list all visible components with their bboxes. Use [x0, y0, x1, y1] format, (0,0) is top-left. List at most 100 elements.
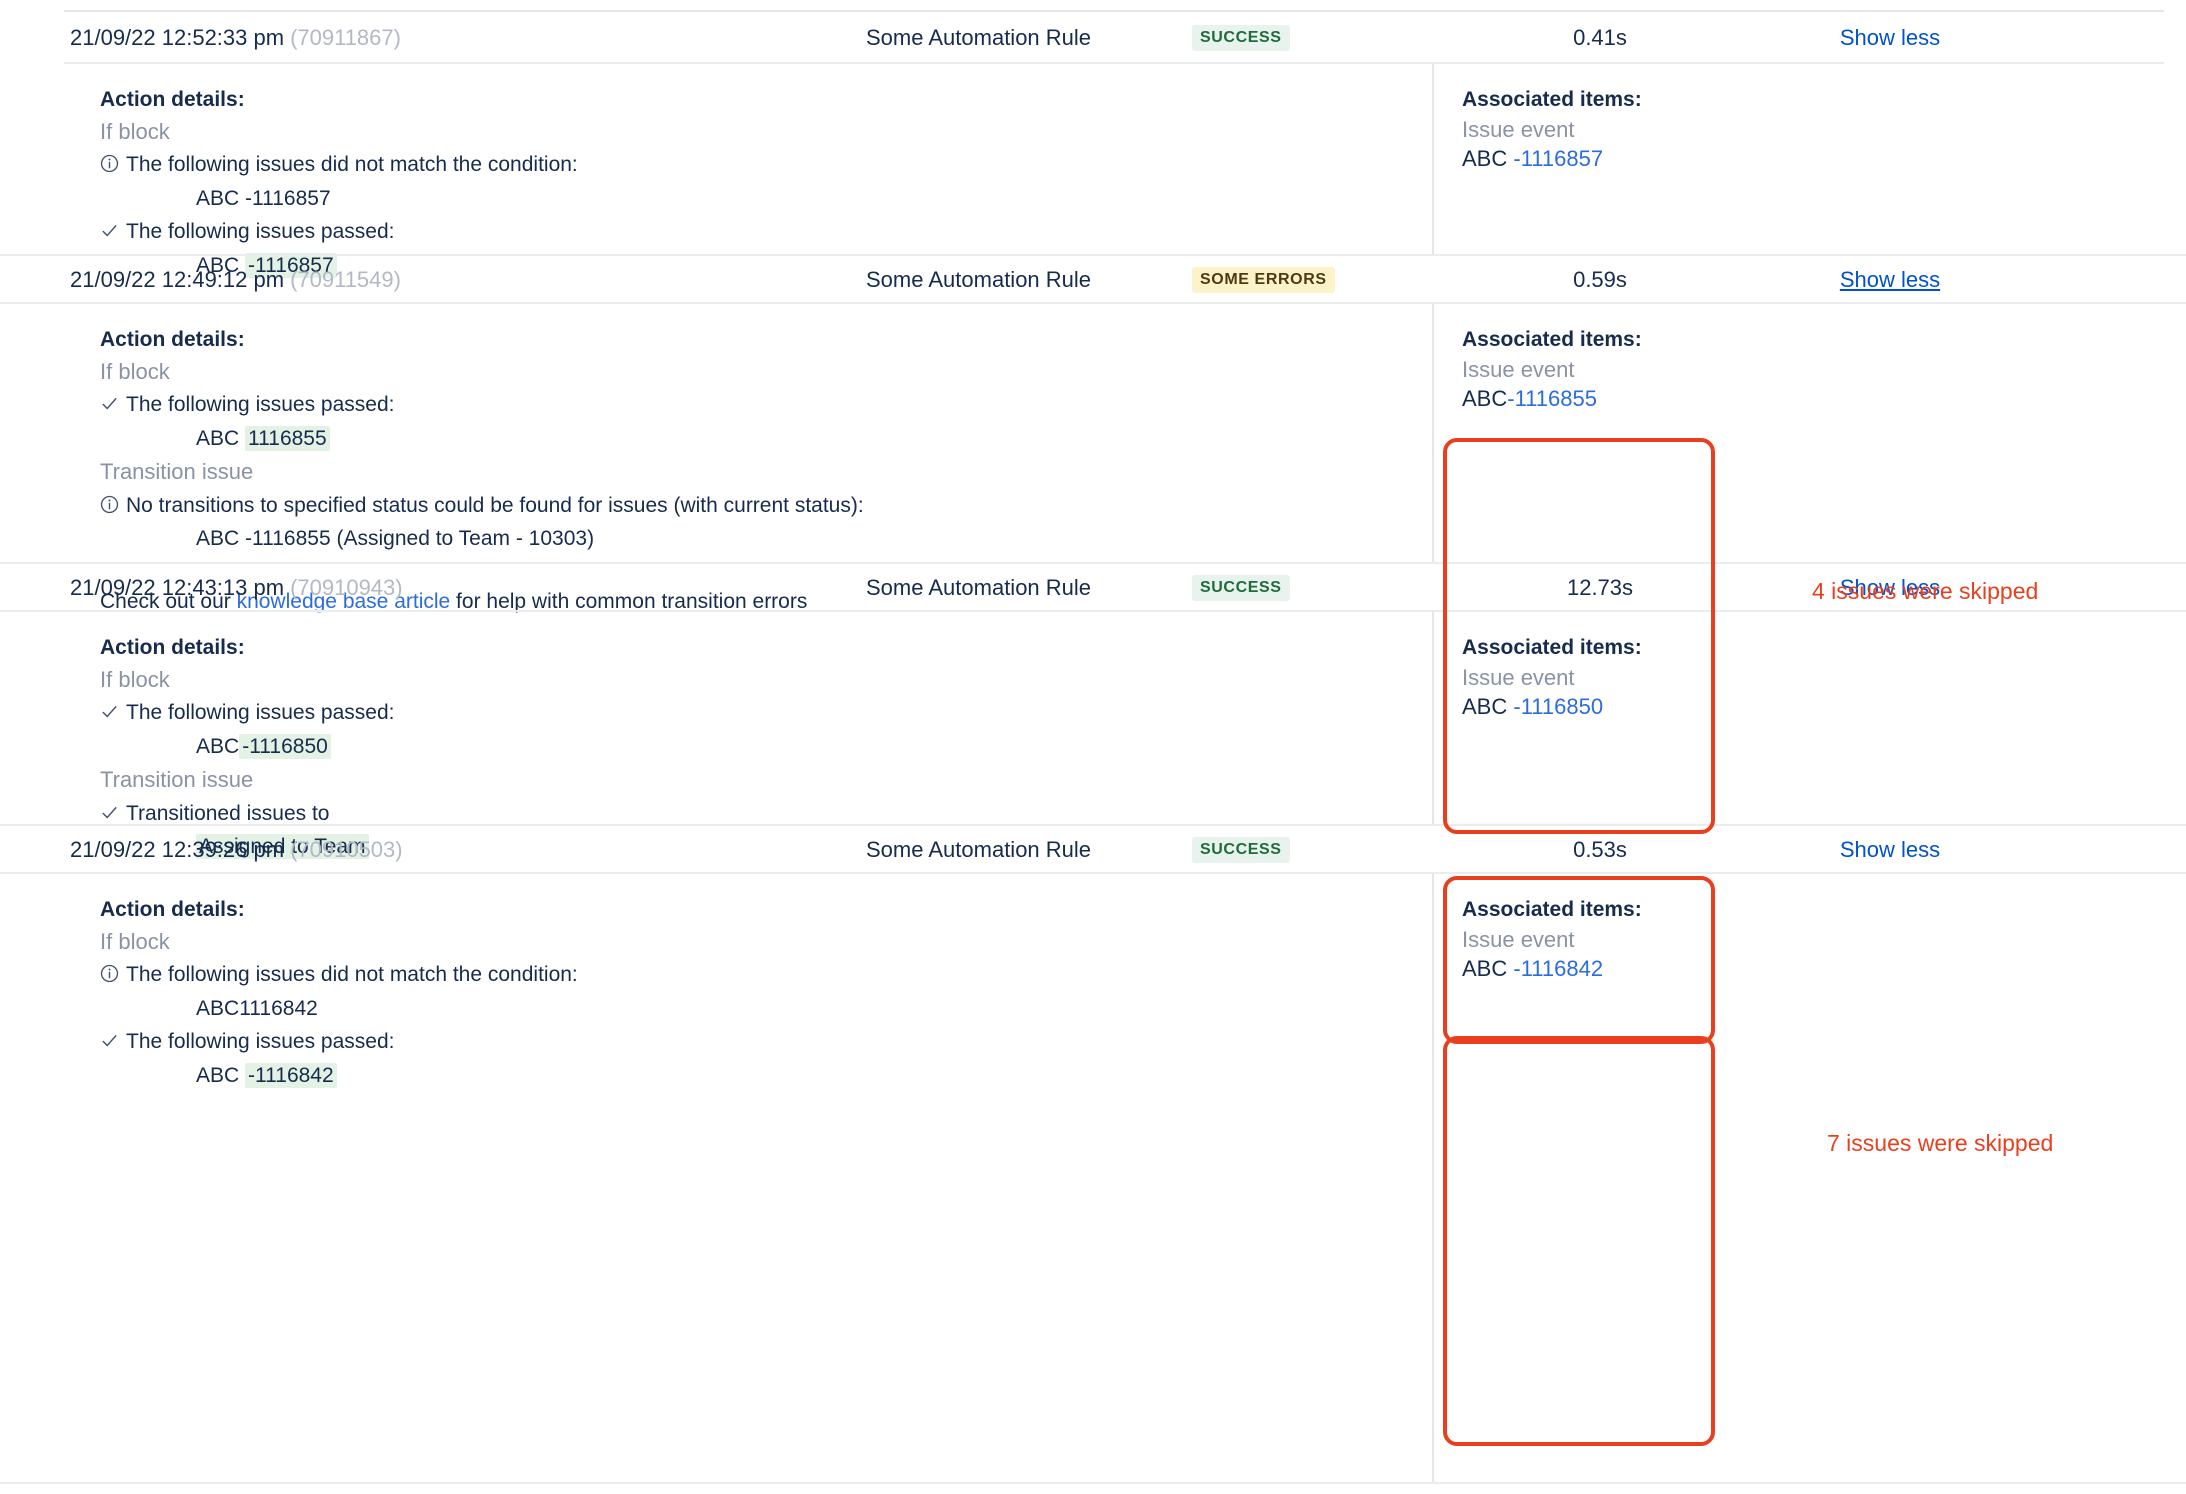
result-text: The following issues did not match the c…: [126, 153, 578, 177]
rule-name: Some Automation Rule: [866, 25, 1092, 50]
timestamp-text: 21/09/22 12:39:26 pm: [70, 837, 285, 862]
issue-link[interactable]: -1116855: [1507, 386, 1597, 411]
issue-number-highlighted: -1116850: [239, 733, 331, 759]
show-less-button[interactable]: Show less: [1770, 267, 2010, 293]
associated-item-type: Issue event: [1462, 357, 1575, 382]
automation-audit-log: 21/09/22 12:52:33 pm (70911867) Some Auto…: [0, 0, 2186, 1494]
action-block-label: If block: [100, 119, 170, 144]
audit-row[interactable]: 21/09/22 12:49:12 pm (70911549) Some Auto…: [0, 252, 2186, 308]
action-result-line: The following issues passed:: [100, 390, 1400, 419]
result-text: The following issues passed:: [126, 393, 395, 417]
issue-number-highlighted: 1116855: [245, 425, 330, 451]
issue-project-key: ABC: [196, 996, 240, 1020]
status-cell: SUCCESS: [1192, 575, 1290, 601]
associated-items-title: Associated items:: [1462, 898, 1642, 921]
associated-item-type: Issue event: [1462, 665, 1575, 690]
info-icon: [100, 960, 126, 989]
issue-number: 1116855 (Assigned to Team - 10303): [252, 526, 595, 550]
show-less-button[interactable]: Show less: [1770, 25, 2010, 51]
action-result-line: The following issues did not match the c…: [100, 150, 1400, 179]
associated-items-section: Associated items: Issue event ABC -11168…: [1462, 898, 2022, 982]
action-details-section: Action details: If block The following i…: [100, 898, 1400, 1094]
rule-id-text: (70911867): [290, 25, 401, 50]
panel-vertical-divider: [1432, 64, 1434, 254]
issue-reference: ABC -1116842: [100, 1061, 1400, 1090]
audit-detail-panel: Action details: If block The following i…: [0, 874, 2186, 1482]
issue-project-key: ABC: [196, 1063, 240, 1087]
associated-item-type: Issue event: [1462, 927, 1575, 952]
audit-timestamp: 21/09/22 12:43:13 pm (70910943): [70, 575, 403, 601]
audit-row[interactable]: 21/09/22 12:52:33 pm (70911867) Some Auto…: [0, 10, 2186, 66]
issue-project-key: ABC: [196, 186, 240, 210]
issue-separator: -: [239, 186, 253, 210]
info-icon: [100, 150, 126, 179]
audit-row[interactable]: 21/09/22 12:39:26 pm (70910503) Some Auto…: [0, 822, 2186, 878]
duration-text: 12.73s: [1566, 575, 1634, 600]
issue-link[interactable]: -1116850: [1513, 694, 1603, 719]
result-text: The following issues passed:: [126, 1030, 395, 1054]
timestamp-text: 21/09/22 12:43:13 pm: [70, 575, 285, 600]
issue-project-key: ABC: [196, 526, 240, 550]
status-cell: SUCCESS: [1192, 837, 1290, 863]
duration-text: 0.41s: [1573, 25, 1627, 50]
associated-items-title: Associated items:: [1462, 636, 1642, 659]
issue-project-key: ABC: [1462, 956, 1508, 981]
result-text: No transitions to specified status could…: [126, 493, 864, 517]
result-text: The following issues passed:: [126, 701, 395, 725]
action-block-label: If block: [100, 929, 170, 954]
audit-detail-panel: Action details: If block The following i…: [0, 304, 2186, 613]
info-icon: [100, 491, 126, 520]
check-icon: [100, 698, 126, 727]
result-text: The following issues passed:: [126, 220, 395, 244]
check-icon: [100, 1027, 126, 1056]
issue-number: 1116842: [239, 996, 318, 1020]
issue-project-key: ABC: [1462, 694, 1508, 719]
rule-id-text: (70911549): [290, 267, 401, 292]
annotation-skipped-7: 7 issues were skipped: [1827, 1130, 2054, 1156]
action-result-line: The following issues passed:: [100, 698, 1400, 727]
check-icon: [100, 390, 126, 419]
issue-project-key: ABC: [196, 734, 240, 758]
action-block-label: Transition issue: [100, 459, 254, 485]
audit-detail-panel: Action details: If block The following i…: [0, 612, 2186, 859]
issue-link[interactable]: -1116842: [1513, 956, 1603, 981]
panel-vertical-divider: [1432, 874, 1434, 1482]
action-details-title: Action details:: [100, 898, 245, 921]
status-badge: SUCCESS: [1192, 575, 1290, 601]
issue-number: 1116857: [252, 186, 331, 210]
timestamp-text: 21/09/22 12:52:33 pm: [70, 25, 285, 50]
rule-id-text: (70910503): [290, 837, 403, 862]
issue-reference: ABC 1116855: [100, 424, 1400, 453]
associated-items-section: Associated items: Issue event ABC-111685…: [1462, 328, 2022, 412]
associated-items-title: Associated items:: [1462, 88, 1642, 111]
associated-item-row: ABC -1116842: [1462, 956, 2022, 982]
status-cell: SOME ERRORS: [1192, 267, 1335, 293]
panel-vertical-divider: [1432, 612, 1434, 824]
audit-detail-panel: Action details: If block The following i…: [0, 64, 2186, 278]
issue-reference: ABC -1116857: [100, 184, 1400, 213]
show-less-button[interactable]: Show less: [1770, 837, 2010, 863]
action-result-line: The following issues passed:: [100, 217, 1400, 246]
associated-items-section: Associated items: Issue event ABC -11168…: [1462, 88, 2022, 172]
status-badge: SUCCESS: [1192, 837, 1290, 863]
audit-timestamp: 21/09/22 12:52:33 pm (70911867): [70, 25, 401, 51]
issue-number: 1116842: [255, 1063, 334, 1087]
annotation-skipped-4: 4 issues were skipped: [1812, 578, 2039, 604]
associated-items-section: Associated items: Issue event ABC -11168…: [1462, 636, 2022, 720]
check-icon: [100, 217, 126, 246]
action-details-title: Action details:: [100, 328, 245, 351]
action-result-line: No transitions to specified status could…: [100, 491, 1400, 520]
issue-separator: -: [248, 1063, 256, 1087]
issue-link[interactable]: -1116857: [1513, 146, 1603, 171]
rule-id-text: (70910943): [290, 575, 403, 600]
rule-name: Some Automation Rule: [866, 267, 1092, 292]
issue-separator: -: [239, 526, 253, 550]
action-block-label: If block: [100, 359, 170, 384]
issue-reference: ABC -1116855 (Assigned to Team - 10303): [100, 524, 1400, 553]
rule-name: Some Automation Rule: [866, 575, 1092, 600]
result-text: The following issues did not match the c…: [126, 963, 578, 987]
panel-vertical-divider: [1432, 304, 1434, 562]
associated-items-title: Associated items:: [1462, 328, 1642, 351]
action-details-title: Action details:: [100, 636, 245, 659]
issue-number: 1116850: [249, 734, 328, 758]
